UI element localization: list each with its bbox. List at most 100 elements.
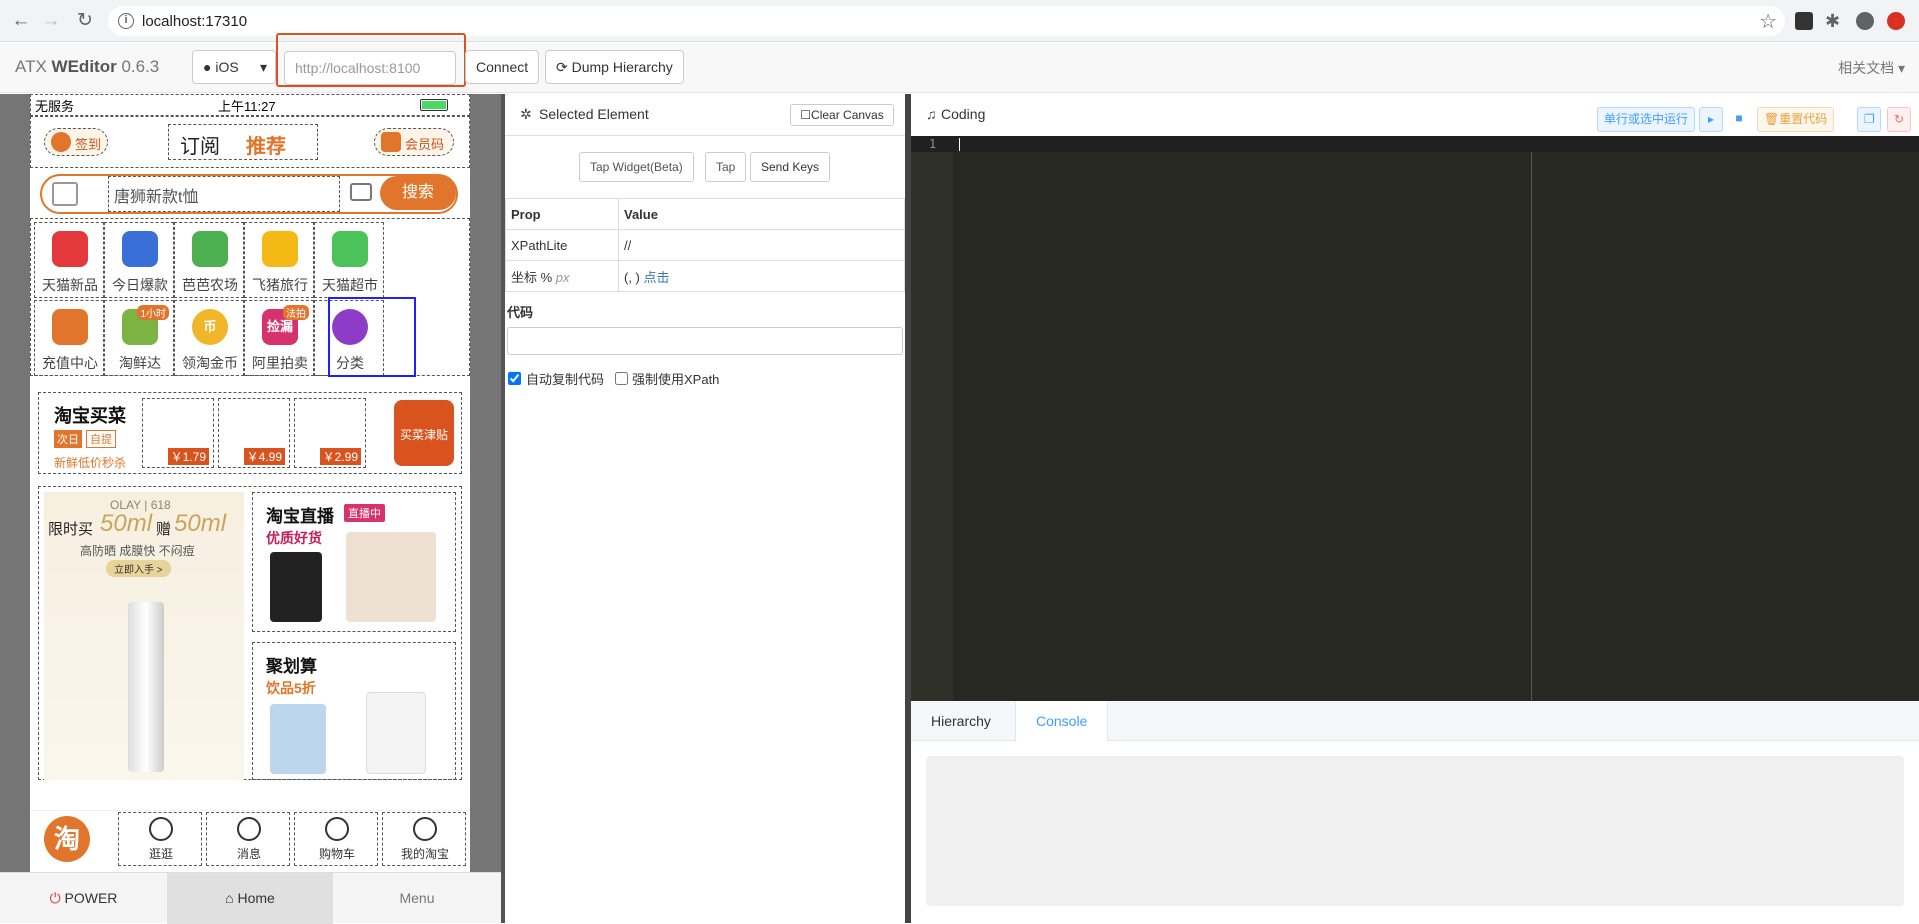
docs-menu[interactable]: 相关文档 ▾ [1838, 58, 1905, 78]
olay-ad[interactable]: OLAY | 618 限时买 50ml 赠 50ml 高防晒 成膜快 不闷痘 立… [44, 492, 244, 780]
bottom-tabs: Hierarchy Console [911, 701, 1919, 742]
grid-label: 淘鲜达 [119, 355, 161, 371]
address-bar[interactable]: i localhost:17310 ☆ [108, 6, 1785, 36]
device-screen[interactable]: 无服务 上午11:27 签到 订阅 推荐 会员码 唐狮新款t恤 搜索 天猫新品今… [30, 94, 470, 872]
tab-bar-item[interactable]: 消息 [206, 812, 290, 866]
search-button[interactable]: 搜索 [380, 176, 456, 210]
grid-label: 天猫超市 [322, 277, 378, 293]
price-item[interactable]: ￥1.79 [142, 398, 214, 468]
table-header-row: Prop Value [505, 198, 905, 230]
table-row: XPathLite // [505, 229, 905, 261]
puzzle-icon[interactable]: ✱ [1825, 12, 1843, 30]
inspector-header: ✲ Selected Element ☐Clear Canvas [505, 94, 905, 136]
camera-icon[interactable] [350, 183, 372, 201]
update-icon[interactable] [1887, 12, 1905, 30]
scan-icon[interactable] [52, 182, 78, 206]
live-sub: 优质好货 [266, 530, 322, 546]
grid-item[interactable]: 天猫超市 [314, 222, 384, 298]
code-field[interactable] [507, 327, 903, 355]
platform-select[interactable]: ● iOS ▾ [192, 50, 276, 84]
price-tag: ￥1.79 [167, 448, 209, 465]
run-selected-button[interactable]: 单行或选中运行 [1597, 107, 1696, 132]
home-button[interactable]: ⌂ Home [167, 873, 333, 924]
tab-bar-item[interactable]: 逛逛 [118, 812, 202, 866]
tab-bar-item[interactable]: 购物车 [294, 812, 378, 866]
tab-bar-item[interactable]: 我的淘宝 [382, 812, 466, 866]
device-panel: 无服务 上午11:27 签到 订阅 推荐 会员码 唐狮新款t恤 搜索 天猫新品今… [0, 94, 501, 924]
grid-item[interactable]: 1小时 淘鲜达 [104, 300, 174, 376]
coding-panel: ♫ Coding 单行或选中运行 ▸ ■ 🗑重置代码 ❐ ↻ 1 Hierarc… [911, 94, 1919, 923]
click-link[interactable]: 点击 [644, 270, 670, 285]
force-xpath-checkbox[interactable] [615, 372, 628, 385]
clear-canvas-button[interactable]: ☐Clear Canvas [790, 104, 894, 126]
profile-icon[interactable] [1856, 12, 1874, 30]
grocery-title: 淘宝买菜 [54, 406, 126, 426]
power-button[interactable]: ⏻ POWER [0, 873, 167, 924]
checkin-icon [51, 132, 71, 152]
address-input[interactable]: http://localhost:8100 [284, 51, 456, 85]
back-icon[interactable]: ← [10, 10, 32, 32]
tap-button[interactable]: Tap [705, 152, 747, 182]
grocery-tag-nextday: 次日 [54, 430, 82, 448]
reset-code-button[interactable]: 🗑重置代码 [1757, 107, 1835, 132]
tap-widget-button[interactable]: Tap Widget(Beta) [579, 152, 694, 182]
checkin-button[interactable]: 签到 [44, 128, 108, 156]
dump-hierarchy-button[interactable]: ⟳ Dump Hierarchy [545, 50, 684, 84]
search-input[interactable]: 唐狮新款t恤 [114, 183, 198, 207]
info-icon[interactable]: i [118, 13, 134, 29]
grid-item[interactable]: 充值中心 [34, 300, 104, 376]
recommend-tab[interactable]: 推荐 [246, 130, 286, 159]
refresh-icon: ⟳ [556, 59, 568, 75]
member-code-button[interactable]: 会员码 [374, 128, 454, 156]
grid-item[interactable]: 捡漏 法拍 阿里拍卖 [244, 300, 314, 376]
music-icon: ♫ [926, 106, 937, 122]
tab-hierarchy[interactable]: Hierarchy [911, 701, 1011, 741]
extension-icon[interactable] [1795, 12, 1813, 30]
grid-label: 今日爆款 [112, 277, 168, 293]
forward-icon[interactable]: → [40, 10, 62, 32]
taobao-home-icon[interactable]: 淘 [44, 816, 90, 862]
subscribe-tab[interactable]: 订阅 [180, 130, 220, 159]
auto-copy-label: 自动复制代码 [526, 372, 605, 387]
caret-down-icon: ▾ [259, 59, 267, 75]
url-text: localhost:17310 [142, 13, 248, 30]
prop-cell: 坐标 % px [505, 260, 619, 292]
star-icon[interactable]: ☆ [1759, 9, 1777, 34]
console-output[interactable] [926, 756, 1904, 906]
coord-value: (, ) [624, 269, 640, 285]
grid-item[interactable]: 飞猪旅行 [244, 222, 314, 298]
auto-copy-checkbox[interactable] [508, 372, 521, 385]
refresh-code-icon[interactable]: ↻ [1887, 107, 1911, 132]
print-margin [1531, 152, 1532, 701]
connect-button[interactable]: Connect [465, 50, 540, 84]
grid-item[interactable]: 今日爆款 [104, 222, 174, 298]
stop-icon[interactable]: ■ [1727, 107, 1751, 132]
ad-headline-c: 赠 [156, 521, 172, 538]
props-table: Prop Value XPathLite // 坐标 % px (, ) 点击 [505, 198, 905, 292]
grid-item[interactable]: 芭芭农场 [174, 222, 244, 298]
home-icon: ⌂ [225, 890, 234, 906]
gear-icon: ✲ [520, 106, 532, 122]
power-icon: ⏻ [49, 890, 61, 906]
tab-bar-label: 消息 [236, 847, 261, 861]
reload-icon[interactable]: ↻ [74, 10, 96, 32]
checkin-label: 签到 [75, 137, 102, 152]
grid-item[interactable]: 币领淘金币 [174, 300, 244, 376]
price-item[interactable]: ￥2.99 [294, 398, 366, 468]
tab-console[interactable]: Console [1015, 701, 1109, 742]
code-editor[interactable]: 1 [911, 136, 1919, 701]
platform-label: iOS [215, 59, 239, 75]
send-keys-button[interactable]: Send Keys [750, 152, 831, 182]
device-buttons: ⏻ POWER ⌂ Home Menu [0, 872, 501, 924]
selected-element-box [328, 297, 416, 377]
menu-button[interactable]: Menu [333, 873, 501, 924]
play-icon[interactable]: ▸ [1699, 107, 1723, 132]
grocery-tag-pickup: 自提 [86, 430, 116, 448]
ad-cta-button[interactable]: 立即入手 > [106, 560, 171, 577]
copy-icon[interactable]: ❐ [1857, 107, 1881, 132]
live-product-1 [270, 552, 322, 622]
juhuasuan-product-1 [270, 704, 326, 774]
grid-item[interactable]: 天猫新品 [34, 222, 104, 298]
price-item[interactable]: ￥4.99 [218, 398, 290, 468]
value-cell: // [618, 229, 905, 261]
